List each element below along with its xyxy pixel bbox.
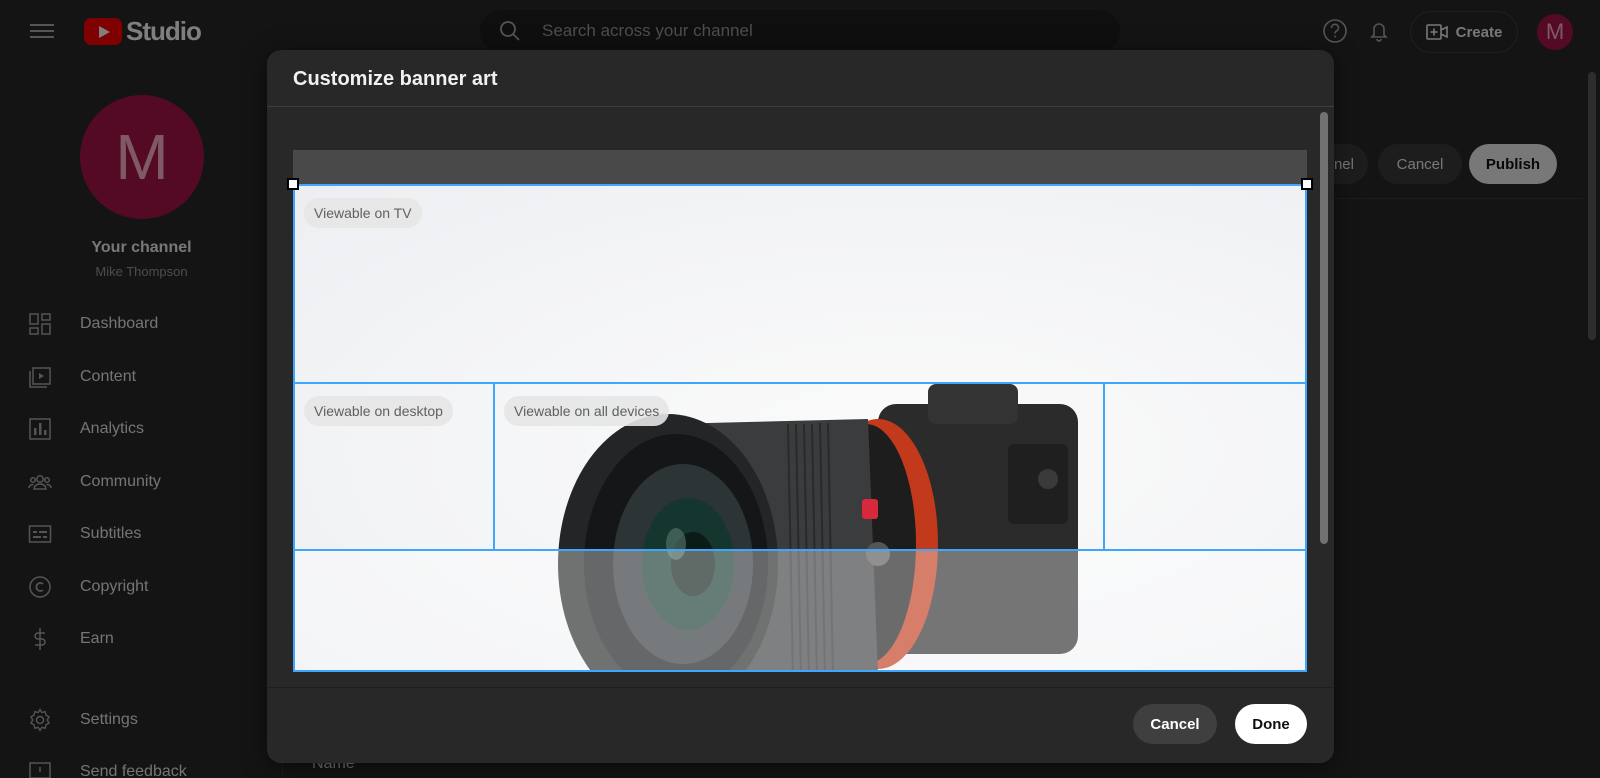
crop-outside-area [293, 150, 1307, 184]
banner-crop-area[interactable]: Viewable on TV Viewable on desktop Viewa… [287, 150, 1313, 672]
banner-image: Viewable on TV Viewable on desktop Viewa… [293, 184, 1307, 672]
all-devices-zone-label: Viewable on all devices [504, 396, 670, 426]
cancel-button[interactable]: Cancel [1133, 704, 1217, 744]
dialog-scrollbar[interactable] [1320, 112, 1328, 544]
dialog-header: Customize banner art [267, 50, 1334, 107]
zone-divider-bottom [293, 549, 1307, 551]
tv-zone-frame [293, 184, 1307, 672]
studio-app: Studio Create M [0, 0, 1600, 778]
zone-divider-left [493, 382, 495, 550]
dialog-title: Customize banner art [293, 68, 498, 90]
done-button[interactable]: Done [1235, 704, 1307, 744]
customize-banner-dialog: Customize banner art Viewable on TV View… [267, 50, 1334, 763]
zone-divider-right [1103, 382, 1105, 550]
crop-handle-top-right[interactable] [1301, 178, 1313, 190]
crop-handle-top-left[interactable] [287, 178, 299, 190]
tv-zone-label: Viewable on TV [304, 198, 422, 228]
zone-divider-top [293, 382, 1307, 384]
desktop-zone-label: Viewable on desktop [304, 396, 453, 426]
